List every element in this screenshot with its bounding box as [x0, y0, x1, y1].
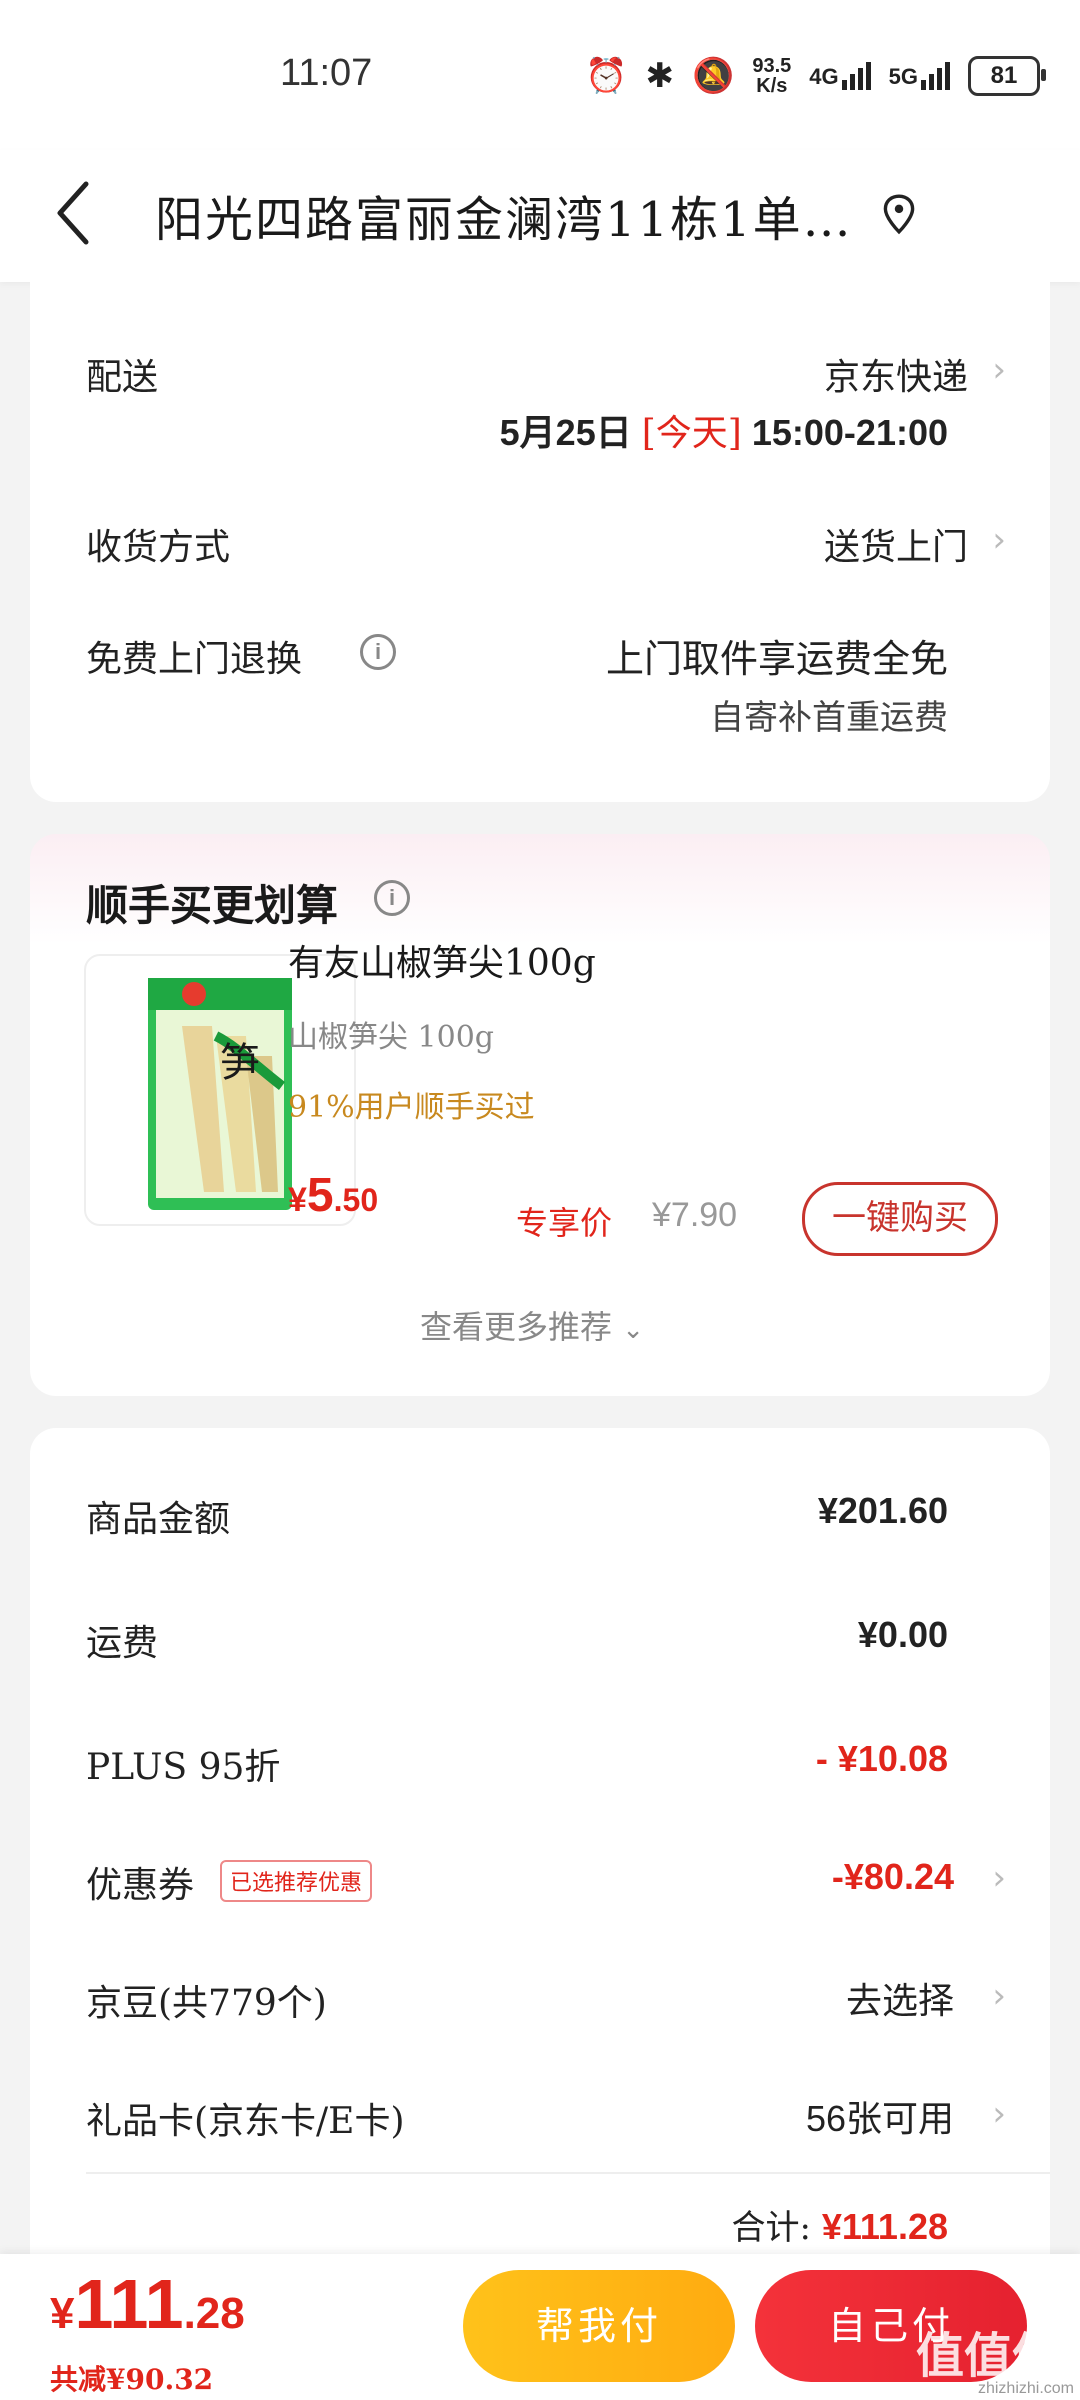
mute-icon: 🔕	[692, 57, 735, 95]
shipping-label: 运费	[86, 1623, 159, 1664]
help-me-pay-button[interactable]: 帮我付	[463, 2270, 735, 2382]
status-icons: ⏰ ✱ 🔕 93.5 K/s 4G 5G 81	[585, 56, 1046, 96]
chevron-right-icon[interactable]: ›	[992, 350, 1006, 390]
gift-card-label: 礼品卡(京东卡/E卡)	[86, 2101, 405, 2142]
goods-amount-label: 商品金额	[86, 1499, 231, 1540]
original-price: ¥7.90	[652, 1196, 738, 1234]
chevron-down-icon: ⌄	[622, 1315, 644, 1345]
delivery-date: 5月25日	[499, 412, 632, 453]
recommend-card: 顺手买更划算 i 笋 有友山椒笋尖100g 山椒笋尖 100g 91%用户顺手买…	[30, 834, 1050, 1396]
chevron-right-icon[interactable]: ›	[992, 520, 1006, 560]
price-dec: .50	[333, 1182, 379, 1218]
jd-beans-label: 京豆(共779个)	[86, 1983, 327, 2024]
summary-total: 合计: ¥111.28	[732, 2200, 948, 2249]
bottom-pay-bar: ¥111.28 共减¥90.32 帮我付 自己付 值值值 zhizhizhi.c…	[0, 2254, 1080, 2400]
chevron-right-icon[interactable]: ›	[992, 1976, 1006, 2016]
summary-divider	[86, 2172, 1050, 2174]
shipping-value: ¥0.00	[857, 1614, 948, 1655]
delivery-carrier[interactable]: 京东快递	[824, 348, 968, 400]
summary-total-label: 合计:	[731, 2208, 812, 2248]
receive-method-label: 收货方式	[86, 527, 231, 568]
watermark-logo: 值值值	[915, 2330, 1060, 2383]
signal-4g: 4G	[809, 62, 871, 90]
watermark-url: zhizhizhi.com	[977, 2380, 1074, 2397]
coupon-badge: 已选推荐优惠	[220, 1860, 373, 1902]
chevron-right-icon[interactable]: ›	[992, 1858, 1006, 1898]
price-summary-card: 商品金额 ¥201.60 运费 ¥0.00 PLUS 95折 - ¥10.08 …	[30, 1428, 1050, 2308]
alarm-icon: ⏰	[585, 57, 628, 95]
coupon-label: 优惠券	[86, 1865, 195, 1906]
product-price: ¥5.50	[288, 1168, 378, 1223]
goods-amount-value: ¥201.60	[817, 1490, 948, 1531]
price-symbol: ¥	[288, 1181, 307, 1219]
product-name[interactable]: 有友山椒笋尖100g	[288, 934, 596, 986]
chevron-right-icon[interactable]: ›	[992, 2094, 1006, 2134]
recommend-title: 顺手买更划算	[86, 882, 339, 929]
bluetooth-icon: ✱	[645, 57, 675, 95]
social-proof: 91%用户顺手买过	[288, 1090, 535, 1125]
signal-bars-icon	[921, 62, 950, 90]
price-tag: 专享价	[516, 1204, 613, 1242]
battery-icon: 81	[968, 56, 1046, 96]
one-click-buy-button[interactable]: 一键购买	[802, 1182, 998, 1256]
bottom-currency: ¥	[50, 2289, 75, 2338]
summary-total-value: ¥111.28	[821, 2206, 948, 2247]
status-bar: 11:07 ⏰ ✱ 🔕 93.5 K/s 4G 5G 81	[0, 0, 1080, 150]
speed-value: 93.5	[752, 55, 792, 77]
delivery-card: 配送 京东快递 › 5月25日 [今天] 15:00-21:00 收货方式 送货…	[30, 262, 1050, 802]
signal-5g: 5G	[889, 62, 950, 90]
status-time: 11:07	[280, 52, 373, 94]
price-int: 5	[306, 1169, 334, 1222]
product-spec: 山椒笋尖 100g	[288, 1020, 495, 1055]
speed-unit: K/s	[756, 75, 788, 97]
free-return-label: 免费上门退换	[86, 639, 303, 680]
delivery-label: 配送	[86, 357, 159, 398]
bottom-saved: 共减¥90.32	[50, 2363, 214, 2396]
receive-method-value[interactable]: 送货上门	[824, 518, 968, 570]
network-speed: 93.5 K/s	[752, 56, 791, 96]
bottom-total: ¥111.28	[50, 2264, 245, 2344]
plus-discount-label: PLUS 95折	[86, 1747, 281, 1788]
location-pin-icon[interactable]	[882, 192, 922, 242]
net-label-4g: 4G	[809, 64, 839, 89]
delivery-today: [今天]	[641, 413, 742, 454]
info-icon[interactable]: i	[374, 880, 410, 916]
delivery-time[interactable]: 5月25日 [今天] 15:00-21:00	[500, 404, 948, 456]
more-recommend-link[interactable]: 查看更多推荐 ⌄	[420, 1302, 644, 1348]
more-recommend-label: 查看更多推荐	[420, 1308, 613, 1346]
net-label-5g: 5G	[888, 64, 918, 89]
signal-bars-icon	[841, 62, 871, 90]
info-icon[interactable]: i	[360, 634, 396, 670]
bottom-total-int: 111	[74, 2265, 184, 2343]
bottom-total-dec: .28	[183, 2289, 245, 2338]
jd-beans-value[interactable]: 去选择	[846, 1972, 954, 2024]
battery-level: 81	[990, 62, 1018, 89]
svg-text:笋: 笋	[220, 1040, 260, 1086]
coupon-value[interactable]: -¥80.24	[832, 1856, 954, 1898]
plus-discount-value: - ¥10.08	[815, 1738, 948, 1779]
back-button[interactable]	[52, 178, 112, 248]
gift-card-value[interactable]: 56张可用	[806, 2090, 954, 2142]
back-arrow-icon	[57, 181, 89, 245]
delivery-address[interactable]: 阳光四路富丽金澜湾11栋1单…	[155, 180, 853, 250]
free-return-value: 上门取件享运费全免	[605, 639, 948, 681]
free-return-sub: 自寄补首重运费	[710, 698, 948, 738]
delivery-window: 15:00-21:00	[751, 412, 948, 453]
